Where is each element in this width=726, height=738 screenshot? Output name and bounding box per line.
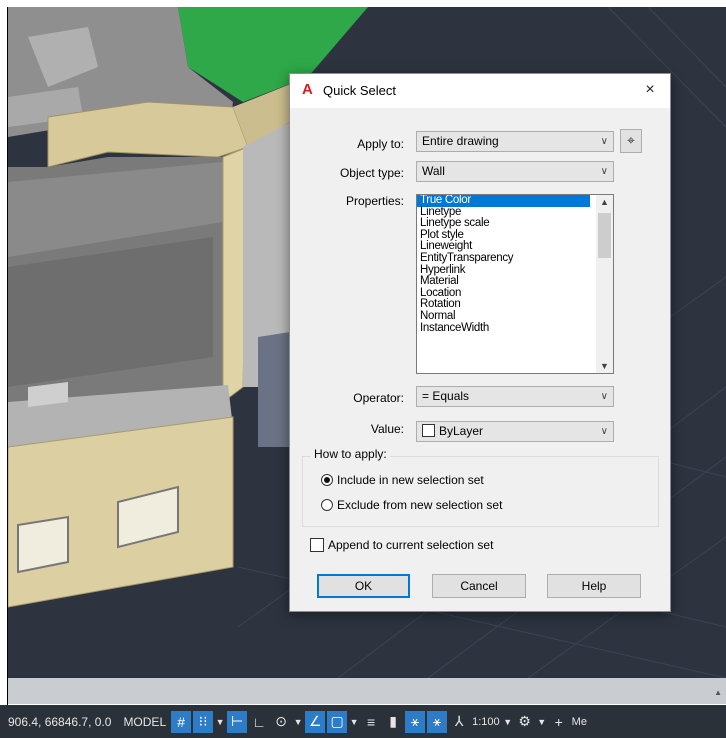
help-button[interactable]: Help [547, 574, 641, 598]
how-to-apply-group [302, 456, 659, 527]
select-objects-button[interactable]: ⌖ [620, 129, 642, 153]
workspace-dropdown-icon[interactable]: ▼ [537, 711, 547, 733]
infer-constraints-icon[interactable]: ⊢ [227, 710, 248, 733]
list-item[interactable]: True Color [417, 195, 590, 207]
scrollbar-thumb[interactable] [598, 213, 611, 258]
append-checkbox-row[interactable]: Append to current selection set [310, 538, 493, 552]
close-button[interactable]: × [630, 74, 670, 108]
auto-scale-icon[interactable]: ⚹ [427, 710, 448, 733]
command-line-bar[interactable]: ▲ [8, 678, 726, 704]
chevron-down-icon[interactable]: ▼ [596, 361, 613, 371]
annotation-scale-value[interactable]: 1:100 [472, 716, 500, 728]
apply-to-select[interactable]: Entire drawing ∨ [416, 131, 614, 152]
quick-select-dialog: A Quick Select × Apply to: Entire drawin… [289, 73, 671, 612]
scroll-up-icon[interactable]: ▲ [714, 688, 722, 697]
properties-label: Properties: [345, 194, 404, 208]
left-frame-border [0, 0, 8, 738]
apply-to-value: Entire drawing [422, 134, 499, 148]
snap-dropdown-icon[interactable]: ▼ [215, 711, 225, 733]
operator-value: = Equals [422, 389, 470, 403]
operator-label: Operator: [353, 391, 404, 405]
lineweight-icon[interactable]: ≡ [361, 711, 381, 733]
dialog-titlebar[interactable]: A Quick Select × [290, 74, 670, 108]
include-radio[interactable] [321, 474, 333, 486]
plus-icon[interactable]: + [549, 711, 569, 733]
autocad-logo-icon: A [302, 81, 313, 98]
include-radio-label[interactable]: Include in new selection set [337, 473, 484, 487]
crosshair-icon: ⌖ [627, 132, 635, 148]
apply-to-label: Apply to: [357, 137, 404, 151]
scale-dropdown-icon[interactable]: ▼ [503, 711, 513, 733]
properties-listbox[interactable]: True Color Linetype Linetype scale Plot … [416, 194, 614, 374]
dialog-title: Quick Select [323, 83, 396, 98]
append-checkbox[interactable] [310, 538, 324, 552]
chevron-down-icon: ∨ [600, 136, 608, 147]
list-item[interactable]: EntityTransparency [417, 252, 613, 265]
object-type-select[interactable]: Wall ∨ [416, 161, 614, 182]
object-type-label: Object type: [339, 166, 404, 180]
how-to-apply-legend: How to apply: [311, 447, 390, 461]
osnap-dropdown-icon[interactable]: ▼ [349, 711, 359, 733]
operator-select[interactable]: = Equals ∨ [416, 386, 614, 407]
polar-tracking-icon[interactable]: ⊙ [271, 711, 291, 733]
exclude-radio[interactable] [321, 499, 333, 511]
polar-dropdown-icon[interactable]: ▼ [293, 711, 303, 733]
include-radio-row[interactable]: Include in new selection set [321, 473, 484, 487]
annotation-scale-icon[interactable]: ⅄ [449, 711, 469, 733]
chevron-down-icon: ∨ [600, 166, 608, 177]
cancel-button[interactable]: Cancel [432, 574, 526, 598]
list-item[interactable]: Material [417, 276, 613, 288]
isodraft-icon[interactable]: ∠ [305, 710, 326, 733]
object-snap-icon[interactable]: ▢ [327, 710, 348, 733]
value-label: Value: [370, 422, 404, 436]
object-type-value: Wall [422, 164, 445, 178]
workspace-gear-icon[interactable]: ⚙ [515, 711, 535, 733]
ortho-icon[interactable]: ∟ [249, 711, 269, 733]
list-item[interactable]: Normal [417, 310, 613, 323]
chevron-up-icon[interactable]: ▲ [596, 197, 613, 207]
value-value: ByLayer [439, 424, 484, 438]
append-checkbox-label[interactable]: Append to current selection set [328, 538, 493, 552]
top-frame-border [0, 0, 726, 7]
list-item[interactable]: InstanceWidth [417, 322, 613, 335]
chevron-down-icon: ∨ [600, 426, 608, 437]
truncated-status-label[interactable]: Me [572, 716, 587, 728]
properties-scrollbar[interactable]: ▲ ▼ [596, 195, 613, 373]
grid-icon[interactable]: # [171, 710, 192, 733]
transparency-icon[interactable]: ▮ [383, 711, 403, 733]
color-swatch-icon [422, 424, 435, 437]
ok-button[interactable]: OK [317, 574, 410, 598]
status-bar: 906.4, 66846.7, 0.0 MODEL # ⁝⁝ ▼ ⊢ ∟ ⊙ ▼… [0, 705, 726, 738]
exclude-radio-label[interactable]: Exclude from new selection set [337, 498, 502, 512]
snap-mode-icon[interactable]: ⁝⁝ [193, 710, 214, 733]
model-space-button[interactable]: MODEL [119, 715, 170, 729]
chevron-down-icon: ∨ [600, 391, 608, 402]
coordinate-readout[interactable]: 906.4, 66846.7, 0.0 [0, 715, 119, 729]
value-select[interactable]: ByLayer ∨ [416, 421, 614, 442]
annotation-visibility-icon[interactable]: ⚹ [405, 710, 426, 733]
exclude-radio-row[interactable]: Exclude from new selection set [321, 498, 502, 512]
